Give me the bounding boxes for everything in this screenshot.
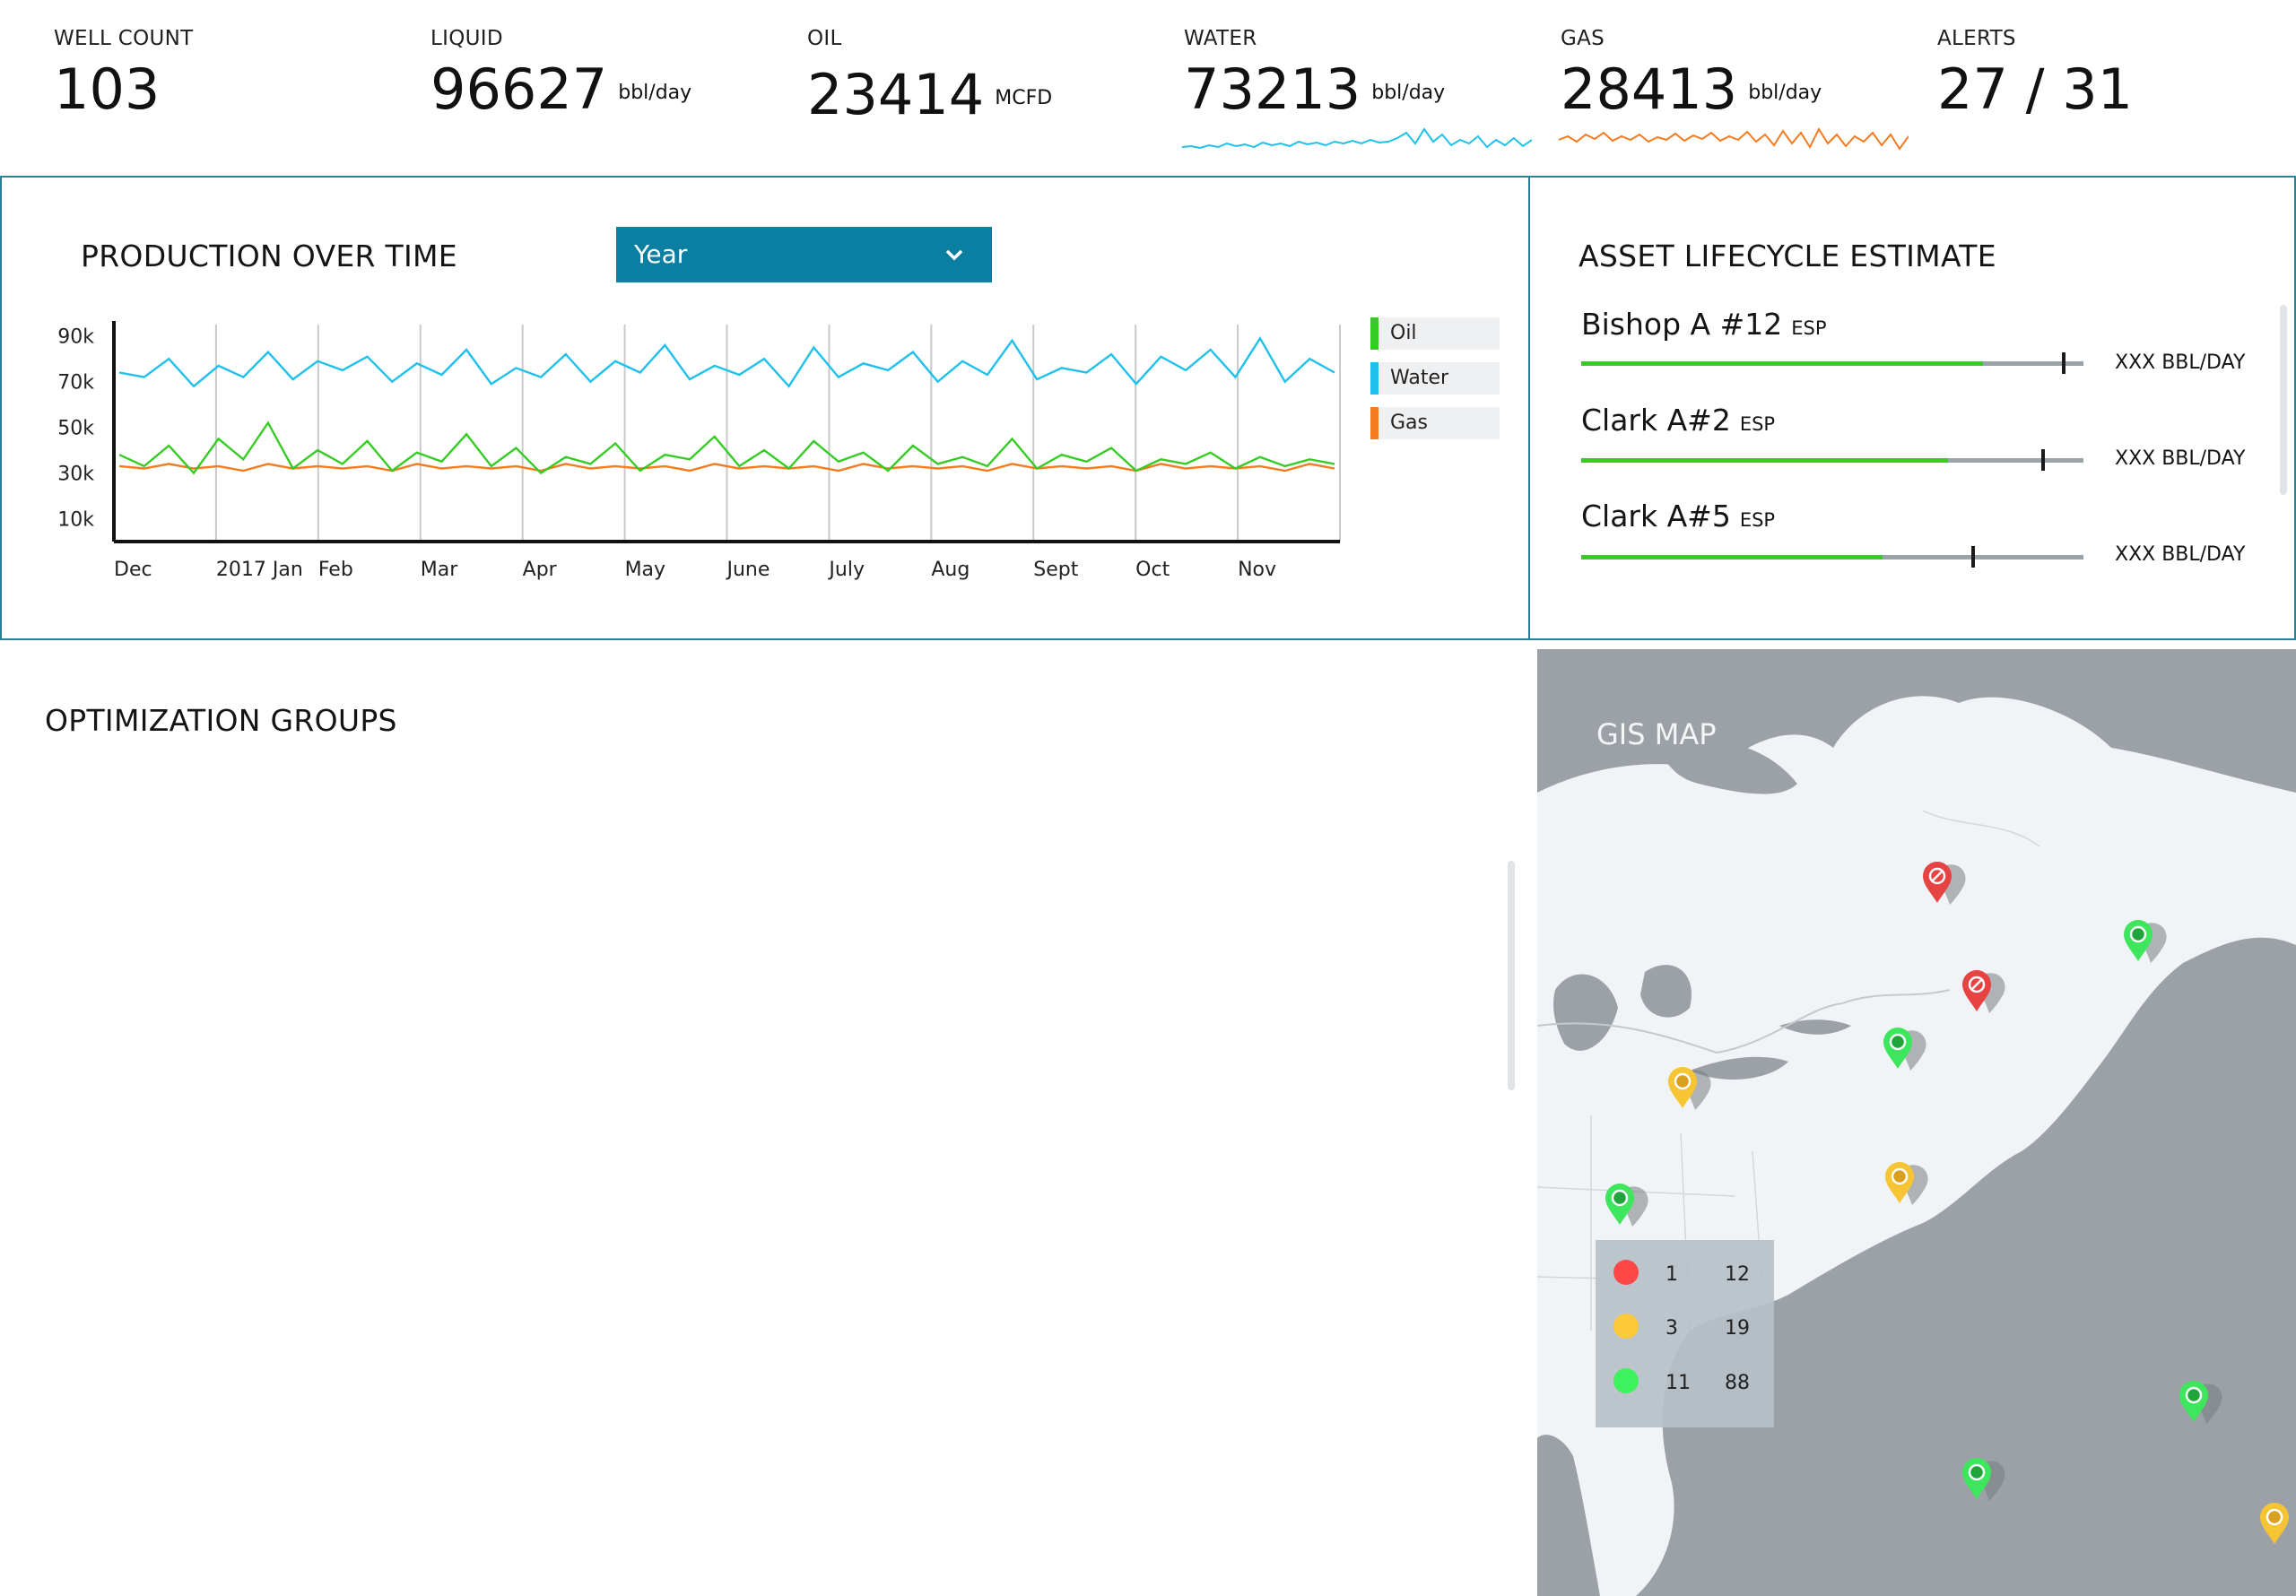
production-title: PRODUCTION OVER TIME [81,239,457,273]
x-tick-label: May [625,559,665,581]
legend-item-water[interactable]: Water [1370,362,1500,395]
legend-count: 11 [1665,1372,1691,1394]
asset-rate: XXX BBL/DAY [2115,543,2246,566]
asset-type: ESP [1739,509,1776,531]
asset-progress-marker [2061,352,2066,374]
asset-name: Clark A#5 ESP [1581,499,1776,533]
kpi-unit: bbl/day [1748,81,1822,104]
gas-sparkline [1559,126,1909,151]
x-tick-label: Dec [114,559,152,581]
kpi-unit: MCFD [995,86,1053,109]
gis-map[interactable] [1537,649,2296,1596]
asset-rate: XXX BBL/DAY [2115,447,2246,470]
asset-progress-fill [1581,361,1983,366]
map-pin-icon[interactable] [2176,1377,2235,1436]
map-pin-icon[interactable] [2120,916,2179,976]
kpi-label: OIL [807,27,842,50]
x-tick-label: Apr [523,559,558,581]
legend-label: Gas [1390,412,1428,434]
kpi-label: GAS [1561,27,1605,50]
asset-lifecycle-title: ASSET LIFECYCLE ESTIMATE [1578,239,1996,273]
gis-map-title: GIS MAP [1596,717,1717,751]
map-pin-icon[interactable] [1880,1024,1939,1083]
legend-swatch [1370,407,1378,439]
kpi-unit: bbl/day [1371,81,1446,104]
legend-count: 1 [1665,1263,1678,1286]
legend-dot-ok [1613,1368,1639,1393]
alert-pin-icon[interactable] [1919,858,1979,917]
optimization-scrollbar[interactable] [1508,861,1515,1090]
kpi-value: 28413 bbl/day [1561,56,1822,122]
chevron-down-icon [945,249,963,261]
map-pin-icon[interactable] [2257,1499,2296,1558]
x-tick-label: Mar [421,559,458,581]
kpi-label: WELL COUNT [54,27,194,50]
map-pin-icon[interactable] [1602,1180,1661,1239]
y-tick-label: 70k [57,372,94,395]
x-tick-label: Oct [1135,559,1170,581]
legend-dot-alert [1613,1260,1639,1285]
x-tick-label: Nov [1238,559,1276,581]
asset-name: Bishop A #12 ESP [1581,307,1827,342]
legend-item-oil[interactable]: Oil [1370,317,1500,350]
kpi-unit: bbl/day [618,81,692,104]
asset-name: Clark A#2 ESP [1581,403,1776,438]
asset-scrollbar[interactable] [2280,305,2287,495]
map-pin-icon[interactable] [1665,1063,1724,1123]
legend-swatch [1370,317,1378,350]
asset-progress-marker [2041,449,2046,471]
legend-dot-warning [1613,1314,1639,1339]
map-canvas [1537,649,2296,1596]
asset-progress-track [1581,352,2083,374]
legend-total: 12 [1725,1263,1750,1286]
legend-total: 19 [1725,1317,1750,1340]
legend-count: 3 [1665,1317,1678,1340]
kpi-label: LIQUID [430,27,503,50]
asset-progress-marker [1970,546,1975,568]
kpi-value: 103 [54,56,161,122]
production-chart: Dec 2017 Jan Feb Mar Apr May June July Aug Sept Oc… [57,321,1341,581]
legend-total: 88 [1725,1372,1750,1394]
legend-swatch [1370,362,1378,395]
asset-type: ESP [1791,317,1827,339]
x-tick-label: Aug [931,559,970,581]
water-sparkline [1182,127,1532,150]
period-dropdown[interactable]: Year [616,227,992,282]
asset-progress-track [1581,449,2083,471]
x-tick-label: Feb [318,559,353,581]
land-area [1537,696,2296,1596]
optimization-groups-title: OPTIMIZATION GROUPS [45,703,397,738]
y-tick-label: 50k [57,418,94,440]
legend-label: Water [1390,367,1449,389]
legend-label: Oil [1390,322,1417,344]
x-tick-label: July [827,559,865,581]
map-pin-icon[interactable] [1882,1158,1941,1218]
kpi-label: WATER [1184,27,1257,50]
kpi-label: ALERTS [1937,27,2016,50]
kpi-value: 27 / 31 [1937,56,2134,122]
period-dropdown-value: Year [634,239,688,269]
legend-item-gas[interactable]: Gas [1370,407,1500,439]
asset-progress-fill [1581,458,1948,463]
map-pin-icon[interactable] [1959,1454,2018,1514]
x-tick-label: June [726,559,770,581]
asset-type: ESP [1739,413,1776,435]
x-tick-label: 2017 Jan [216,559,303,581]
kpi-value: 23414 MCFD [807,62,1053,127]
alert-pin-icon[interactable] [1959,967,2018,1026]
y-tick-label: 10k [57,509,94,532]
y-tick-label: 90k [57,326,94,349]
asset-progress-track [1581,546,2083,568]
x-tick-label: Sept [1033,559,1078,581]
kpi-value: 73213 bbl/day [1184,56,1446,122]
map-legend: 1 12 3 19 11 88 [1596,1240,1774,1427]
y-tick-label: 30k [57,464,94,486]
kpi-value: 96627 bbl/day [430,56,692,122]
asset-rate: XXX BBL/DAY [2115,351,2246,374]
asset-progress-fill [1581,555,1883,559]
